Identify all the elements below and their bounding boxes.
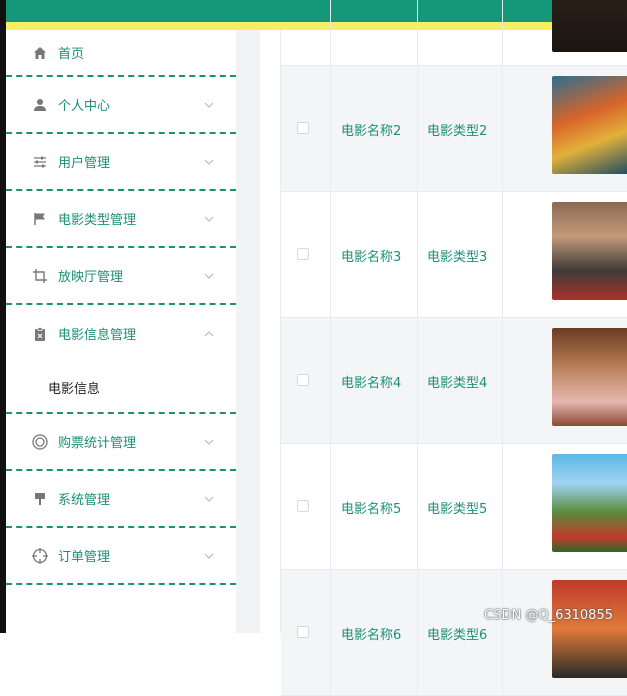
row-checkbox[interactable] <box>297 374 309 386</box>
chevron-down-icon <box>204 157 214 167</box>
clipboard-icon <box>32 326 48 342</box>
movie-poster-image <box>552 328 627 426</box>
sidebar-subitem-label: 电影信息 <box>48 381 101 397</box>
movie-type-cell[interactable]: 电影类型3 <box>427 246 487 265</box>
movie-table: 电影名称2 电影类型2 电影名称3 电影类型3 电影名称4 电影类型4 电影名称… <box>260 0 627 696</box>
sidebar-item-label: 个人中心 <box>58 99 111 114</box>
table-row[interactable] <box>281 0 627 66</box>
movie-type-cell[interactable]: 电影类型6 <box>427 624 487 643</box>
movie-type-cell[interactable]: 电影类型5 <box>427 498 487 517</box>
movie-poster-image <box>552 202 627 300</box>
table-row[interactable]: 电影名称5 电影类型5 <box>281 444 627 570</box>
table-row[interactable]: 电影名称4 电影类型4 <box>281 318 627 444</box>
crop-icon <box>32 268 48 284</box>
movie-name-cell[interactable]: 电影名称2 <box>341 120 401 139</box>
sidebar-item-label: 电影类型管理 <box>58 213 137 228</box>
movie-poster-image <box>552 454 627 552</box>
flag-icon <box>32 211 48 227</box>
chevron-down-icon <box>204 551 214 561</box>
movie-name-cell[interactable]: 电影名称6 <box>341 624 401 643</box>
movie-poster-image <box>552 0 627 52</box>
sidebar-item-label: 系统管理 <box>58 493 111 508</box>
table-row[interactable]: 电影名称2 电影类型2 <box>281 66 627 192</box>
movie-type-cell[interactable]: 电影类型4 <box>427 372 487 391</box>
sliders-icon <box>32 154 48 170</box>
chevron-down-icon <box>204 214 214 224</box>
row-checkbox[interactable] <box>297 122 309 134</box>
content-gutter <box>236 30 260 633</box>
sidebar-item-label: 订单管理 <box>58 550 111 565</box>
row-checkbox[interactable] <box>297 500 309 512</box>
sidebar-item-label: 首页 <box>58 47 85 62</box>
sidebar-item-label: 用户管理 <box>58 156 111 171</box>
sidebar-item-profile[interactable]: 个人中心 <box>6 77 236 134</box>
sidebar-item-hall-management[interactable]: 放映厅管理 <box>6 248 236 305</box>
table-row[interactable]: 电影名称6 电影类型6 <box>281 570 627 696</box>
movie-name-cell[interactable]: 电影名称4 <box>341 372 401 391</box>
sidebar-item-system-management[interactable]: 系统管理 <box>6 471 236 528</box>
home-icon <box>32 45 48 61</box>
sidebar-item-label: 电影信息管理 <box>58 328 137 343</box>
sidebar-item-home[interactable]: 首页 <box>6 30 236 77</box>
sidebar-subitem-movie-info[interactable]: 电影信息 <box>6 367 236 407</box>
row-checkbox[interactable] <box>297 248 309 260</box>
row-checkbox[interactable] <box>297 626 309 638</box>
stamp-icon <box>32 491 48 507</box>
movie-name-cell[interactable]: 电影名称3 <box>341 246 401 265</box>
sidebar-item-user-management[interactable]: 用户管理 <box>6 134 236 191</box>
watermark-text: CSDN @Q_6310855 <box>484 608 613 623</box>
crosshair-icon <box>32 547 48 564</box>
sidebar-item-label: 放映厅管理 <box>58 270 124 285</box>
movie-type-cell[interactable]: 电影类型2 <box>427 120 487 139</box>
chevron-down-icon <box>204 437 214 447</box>
chevron-down-icon <box>204 271 214 281</box>
chevron-down-icon <box>204 100 214 110</box>
sidebar-item-order-management[interactable]: 订单管理 <box>6 528 236 585</box>
sidebar-item-ticket-stats-management[interactable]: 购票统计管理 <box>6 414 236 471</box>
movie-poster-image <box>552 76 627 174</box>
table-row[interactable]: 电影名称3 电影类型3 <box>281 192 627 318</box>
movie-name-cell[interactable]: 电影名称5 <box>341 498 401 517</box>
sidebar-menu: 首页 个人中心 用户管理 电影类型管理 放映厅管理 电影信息管理 电影信息 购票… <box>6 30 236 633</box>
chevron-down-icon <box>204 494 214 504</box>
user-icon <box>32 97 48 113</box>
chevron-up-icon <box>204 329 214 339</box>
target-icon <box>32 433 48 450</box>
sidebar-item-movie-info-management[interactable]: 电影信息管理 <box>6 305 236 362</box>
sidebar-item-movie-type-management[interactable]: 电影类型管理 <box>6 191 236 248</box>
movie-poster-image <box>552 580 627 678</box>
sidebar-item-label: 购票统计管理 <box>58 436 137 451</box>
